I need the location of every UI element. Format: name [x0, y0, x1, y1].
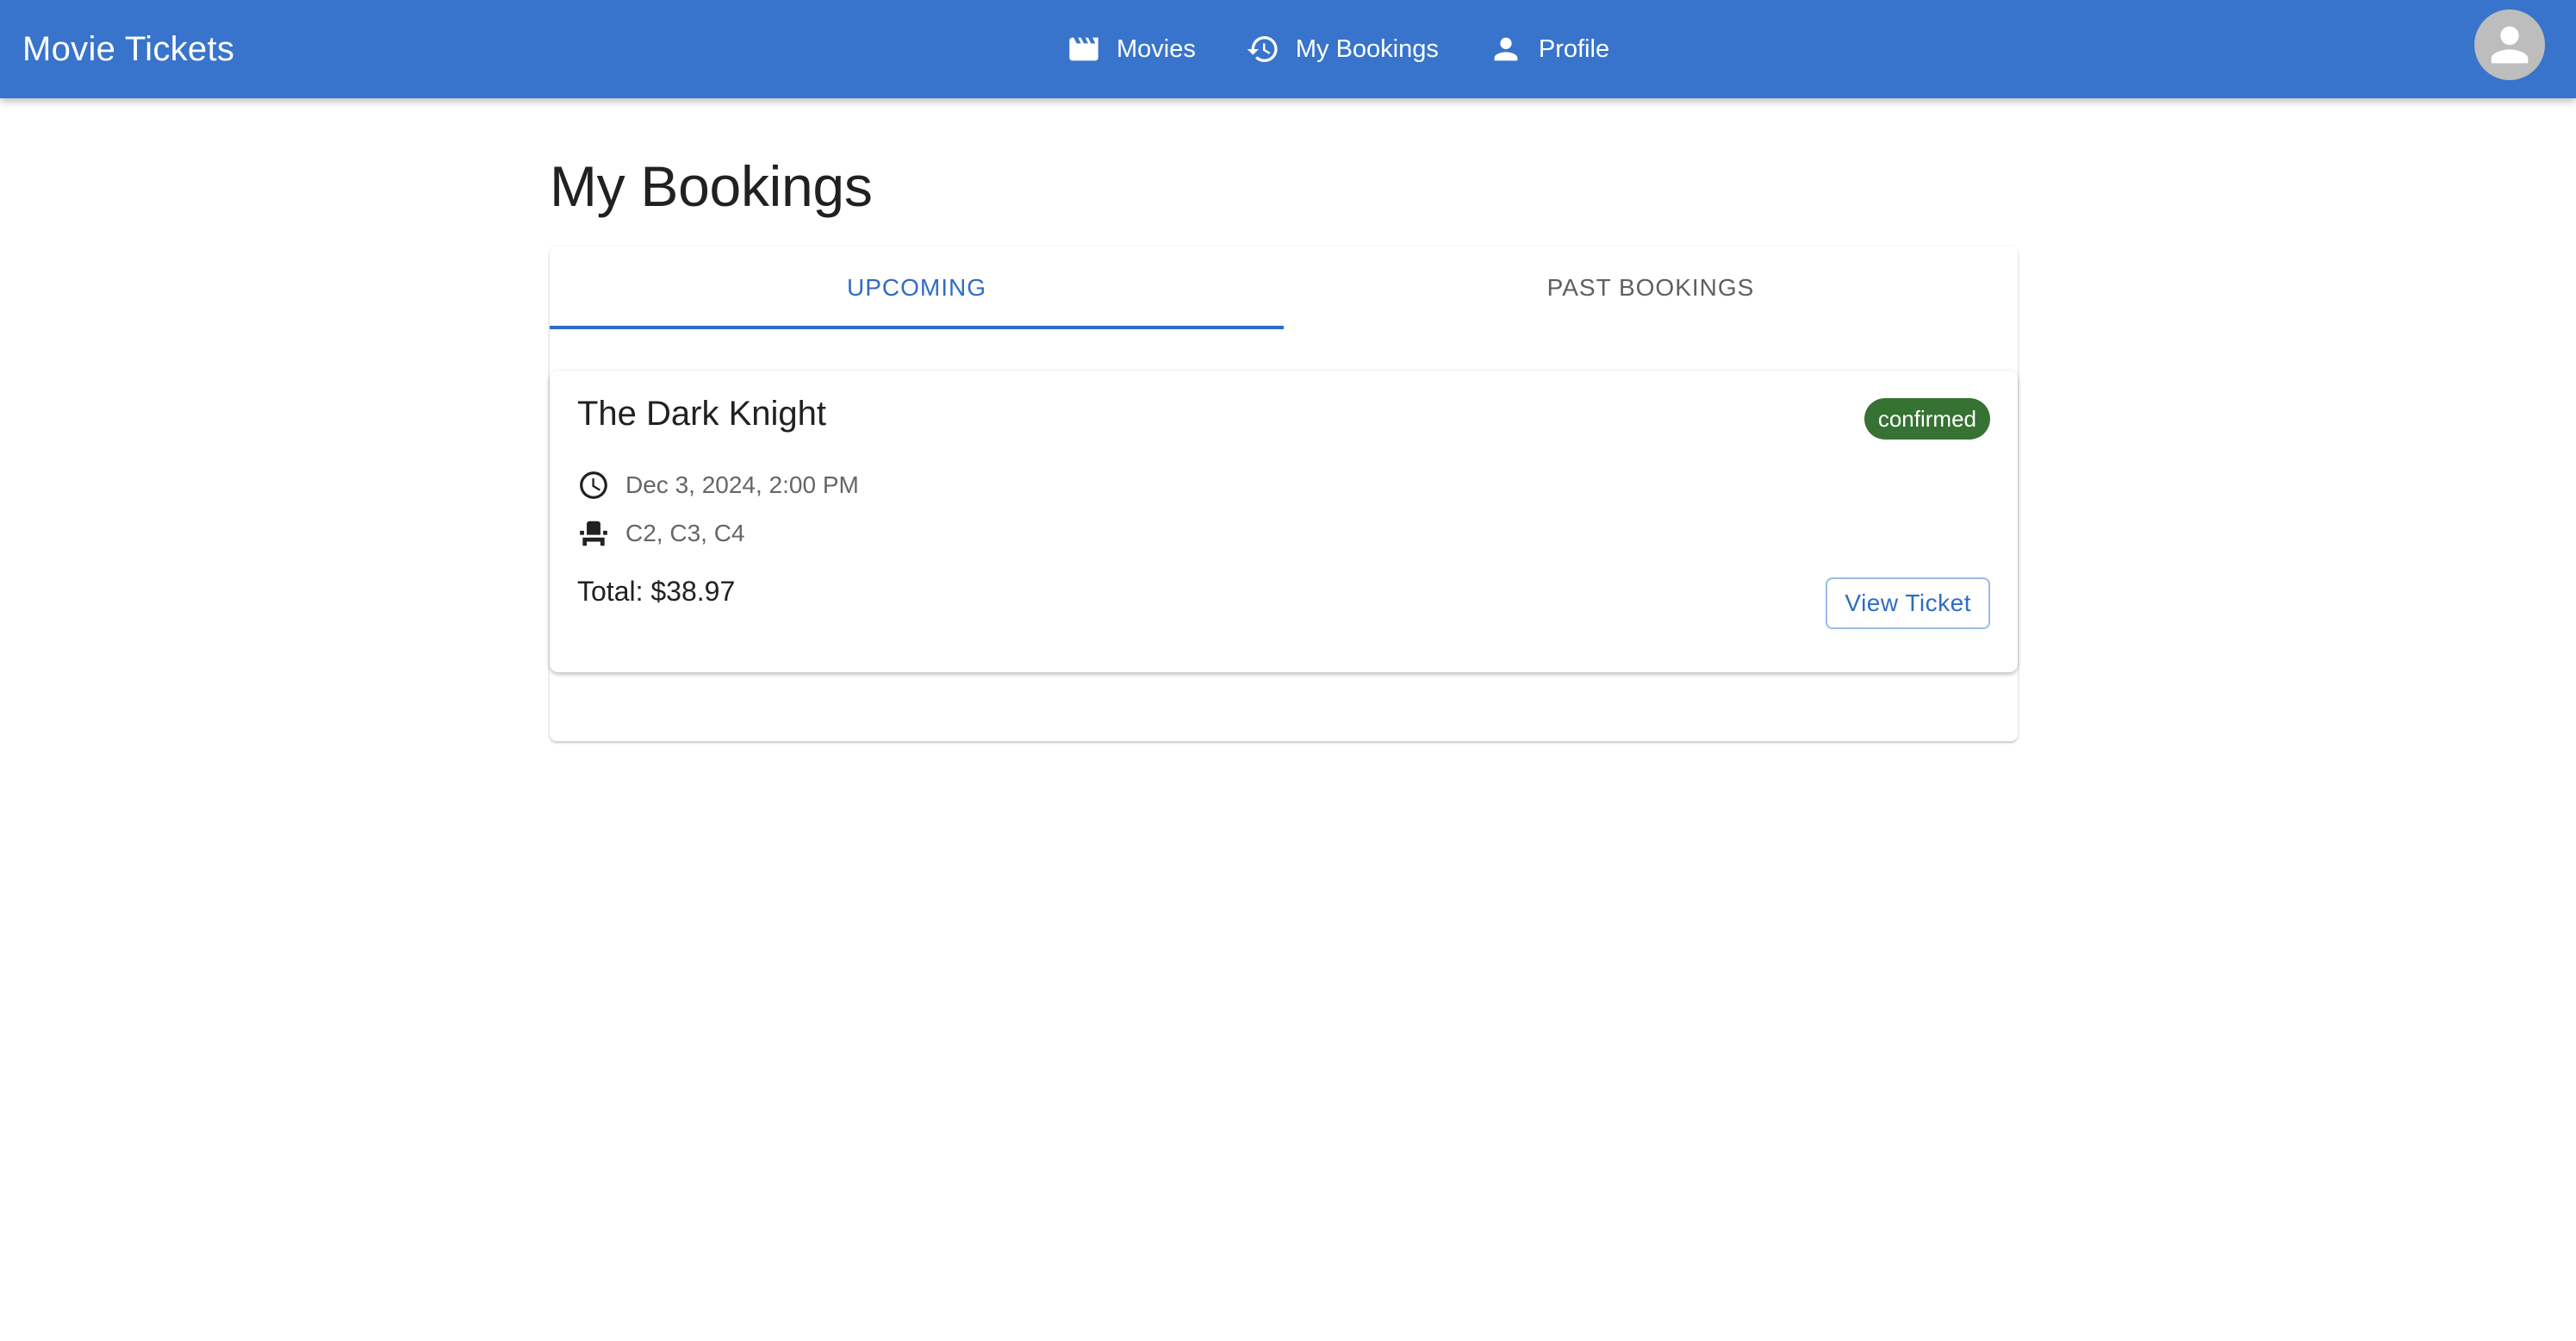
seat-icon: [580, 521, 607, 546]
nav-item-profile[interactable]: Profile: [1489, 32, 1609, 66]
booking-seats: C2, C3, C4: [625, 520, 745, 546]
booking-tabs: Upcoming Past Bookings: [550, 246, 2018, 329]
user-avatar[interactable]: [2474, 9, 2545, 80]
view-ticket-button[interactable]: View Ticket: [1826, 577, 1990, 629]
booking-datetime: Dec 3, 2024, 2:00 PM: [625, 471, 859, 498]
main-nav: Movies My Bookings Profile: [1067, 0, 1609, 98]
booking-total: Total: $38.97: [577, 576, 736, 607]
person-icon: [1494, 37, 1518, 61]
clock-icon: [580, 471, 607, 499]
tab-past-bookings[interactable]: Past Bookings: [1284, 246, 2018, 329]
page-title: My Bookings: [550, 154, 873, 218]
nav-item-label: Profile: [1538, 34, 1610, 63]
movie-title: The Dark Knight: [577, 395, 827, 433]
nav-item-label: My Bookings: [1295, 34, 1439, 63]
nav-item-label: Movies: [1117, 34, 1196, 63]
nav-item-movies[interactable]: Movies: [1067, 32, 1196, 66]
booking-card: The Dark Knight confirmed Dec 3, 2024, 2…: [550, 371, 2018, 672]
booking-seats-row: C2, C3, C4: [577, 517, 745, 550]
history-icon: [1247, 36, 1278, 63]
booking-datetime-row: Dec 3, 2024, 2:00 PM: [577, 469, 859, 502]
bookings-panel: Upcoming Past Bookings The Dark Knight c…: [550, 246, 2018, 741]
tab-upcoming[interactable]: Upcoming: [550, 246, 1284, 329]
app-bar: Movie Tickets Movies My Bookings Profile: [0, 0, 2576, 98]
nav-item-my-bookings[interactable]: My Bookings: [1246, 32, 1439, 66]
clapperboard-icon: [1069, 37, 1098, 61]
app-title[interactable]: Movie Tickets: [22, 0, 234, 98]
account-circle-icon: [2491, 26, 2529, 64]
status-badge: confirmed: [1864, 398, 1990, 440]
